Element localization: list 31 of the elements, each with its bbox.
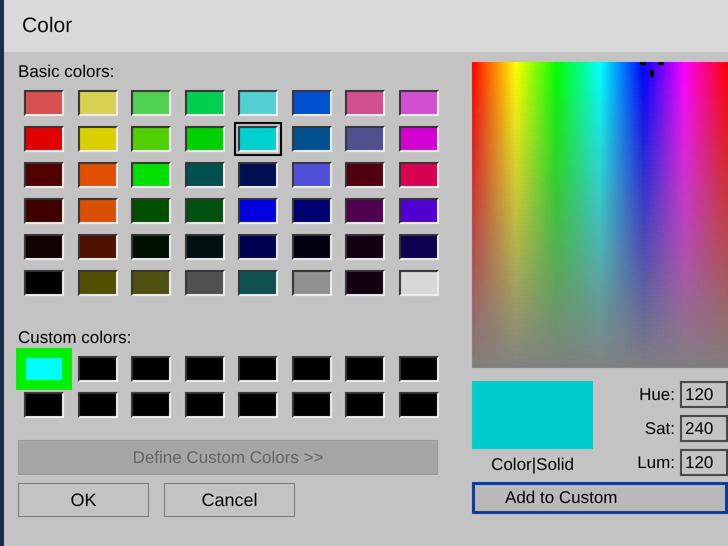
crosshair-icon [640,62,664,78]
color-swatch[interactable] [78,392,118,418]
color-swatch[interactable] [131,356,171,382]
field-label: Hue: [639,384,675,404]
basic-colors-label: Basic colors: [18,62,116,82]
add-to-custom-button[interactable]: Add to Custom [472,482,728,514]
color-swatch[interactable] [131,392,171,418]
color-swatch[interactable] [184,392,224,418]
value-field[interactable]: 240 [680,415,728,442]
color-swatch[interactable] [238,356,278,382]
preview-label: Color|Solid [491,455,574,475]
dialog-button[interactable]: Cancel [164,483,295,517]
color-swatch[interactable] [345,356,385,382]
color-swatch[interactable] [78,356,118,382]
value-field[interactable]: 120 [680,381,728,408]
color-swatch[interactable] [292,392,332,418]
color-swatch[interactable] [238,392,278,418]
color-swatch[interactable] [398,392,438,418]
field-label: Sat: [644,418,675,438]
window-title: Color [22,14,72,38]
color-swatch[interactable] [184,356,224,382]
value-field[interactable]: 120 [680,449,728,476]
custom-colors-label: Custom colors: [18,328,132,348]
field-label: Lum: [637,452,675,472]
dialog-button[interactable]: OK [18,483,149,517]
color-swatch[interactable] [292,356,332,382]
color-spectrum[interactable] [472,62,728,368]
color-swatch[interactable] [24,392,64,418]
color-swatch[interactable] [345,392,385,418]
color-swatch[interactable] [234,122,282,156]
color-swatch[interactable] [398,356,438,382]
